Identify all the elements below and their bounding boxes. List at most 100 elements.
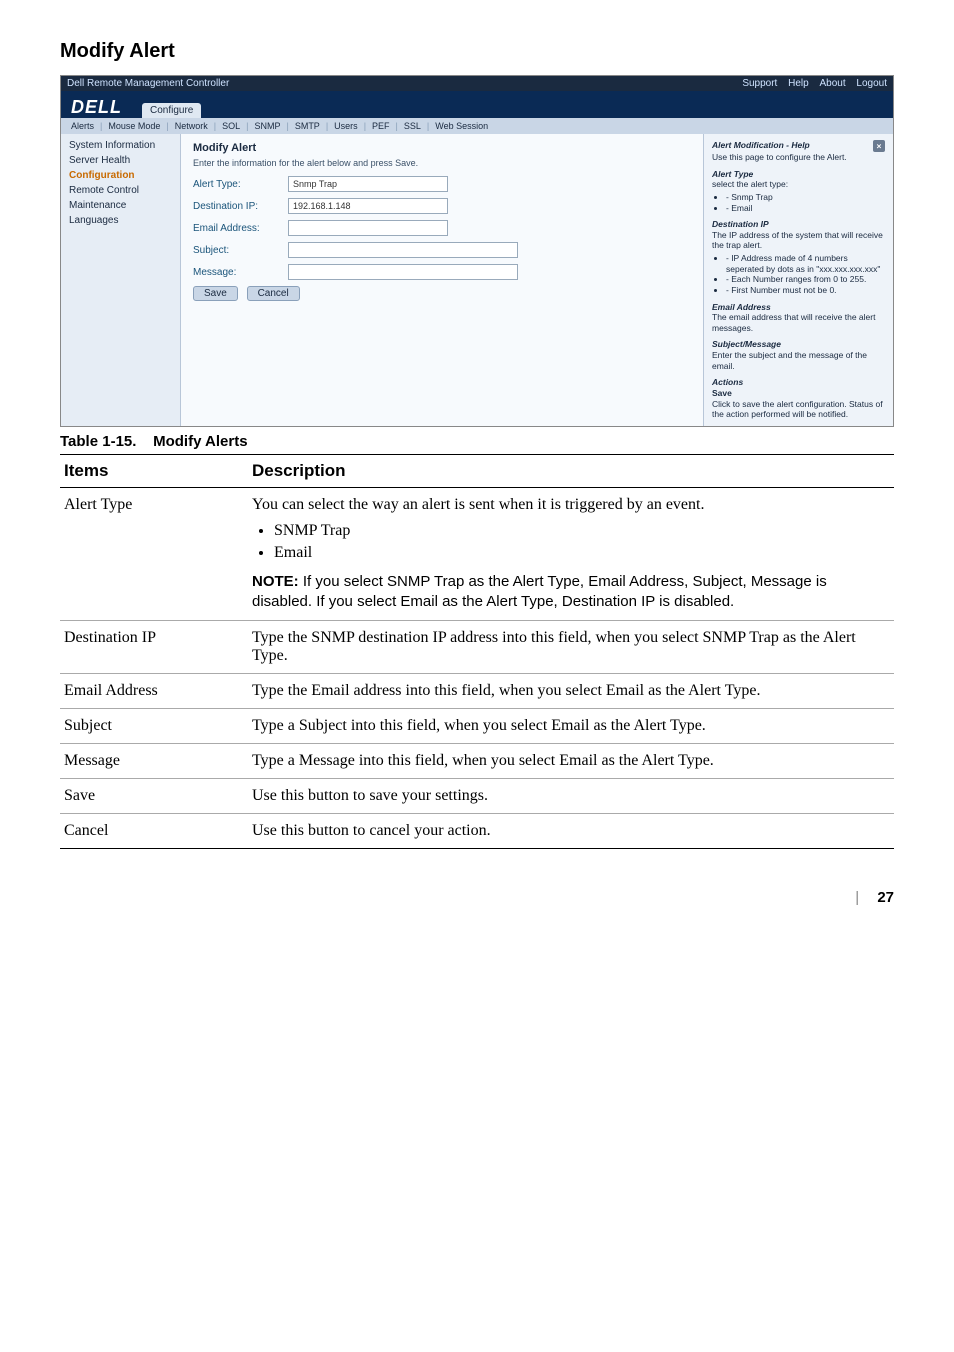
- subtab-pef[interactable]: PEF: [372, 121, 390, 131]
- window-title: Dell Remote Management Controller: [67, 78, 229, 89]
- main-panel: Modify Alert Enter the information for t…: [181, 134, 703, 426]
- help-text-destination-ip: The IP address of the system that will r…: [712, 230, 885, 251]
- tab-configure[interactable]: Configure: [142, 103, 201, 118]
- desc-lead: You can select the way an alert is sent …: [252, 496, 704, 513]
- label-subject: Subject:: [193, 245, 288, 256]
- input-message[interactable]: [288, 264, 518, 280]
- help-title: Alert Modification - Help: [712, 140, 810, 152]
- label-alert-type: Alert Type:: [193, 179, 288, 190]
- cell-desc: Use this button to save your settings.: [248, 779, 894, 814]
- table-row: Cancel Use this button to cancel your ac…: [60, 814, 894, 849]
- input-subject[interactable]: [288, 242, 518, 258]
- sidebar-item-configuration[interactable]: Configuration: [69, 170, 172, 181]
- link-logout[interactable]: Logout: [856, 78, 887, 89]
- bullet: Email: [274, 544, 890, 562]
- section-title: Modify Alert: [60, 40, 894, 63]
- window-titlebar: Dell Remote Management Controller Suppor…: [61, 76, 893, 91]
- input-destination-ip[interactable]: 192.168.1.148: [288, 198, 448, 214]
- label-message: Message:: [193, 267, 288, 278]
- table-caption: Table 1-15. Modify Alerts: [60, 433, 894, 450]
- cell-item: Subject: [60, 709, 248, 744]
- table-caption-prefix: Table 1-15.: [60, 433, 136, 450]
- cell-item: Save: [60, 779, 248, 814]
- help-li: - First Number must not be 0.: [726, 285, 885, 296]
- help-text-email: The email address that will receive the …: [712, 312, 885, 333]
- window-title-links: Support Help About Logout: [734, 78, 887, 89]
- help-li: - Snmp Trap: [726, 192, 885, 203]
- sidebar-item-languages[interactable]: Languages: [69, 215, 172, 226]
- cell-desc: Type the SNMP destination IP address int…: [248, 621, 894, 674]
- label-email-address: Email Address:: [193, 223, 288, 234]
- bullet: SNMP Trap: [274, 522, 890, 540]
- sub-tabs: Alerts| Mouse Mode| Network| SOL| SNMP| …: [61, 118, 893, 134]
- cancel-button[interactable]: Cancel: [247, 286, 300, 301]
- cell-desc: Type the Email address into this field, …: [248, 674, 894, 709]
- panel-title: Modify Alert: [193, 142, 691, 154]
- link-support[interactable]: Support: [742, 78, 777, 89]
- save-button[interactable]: Save: [193, 286, 238, 301]
- note-prefix: NOTE:: [252, 573, 299, 590]
- input-email-address[interactable]: [288, 220, 448, 236]
- help-li: - Email: [726, 203, 885, 214]
- cell-item: Email Address: [60, 674, 248, 709]
- cell-desc: Type a Subject into this field, when you…: [248, 709, 894, 744]
- sidebar-item-system-information[interactable]: System Information: [69, 140, 172, 151]
- cell-item: Alert Type: [60, 487, 248, 621]
- help-intro: Use this page to configure the Alert.: [712, 152, 885, 163]
- help-heading-destination-ip: Destination IP: [712, 219, 885, 230]
- label-destination-ip: Destination IP:: [193, 201, 288, 212]
- table-row: Message Type a Message into this field, …: [60, 744, 894, 779]
- help-li: - Each Number ranges from 0 to 255.: [726, 274, 885, 285]
- table-row: Email Address Type the Email address int…: [60, 674, 894, 709]
- cell-desc: Type a Message into this field, when you…: [248, 744, 894, 779]
- table-row: Subject Type a Subject into this field, …: [60, 709, 894, 744]
- th-description: Description: [248, 454, 894, 487]
- subtab-smtp[interactable]: SMTP: [295, 121, 320, 131]
- sidebar: System Information Server Health Configu…: [61, 134, 181, 426]
- help-pane: Alert Modification - Help × Use this pag…: [703, 134, 893, 426]
- cell-item: Destination IP: [60, 621, 248, 674]
- screenshot-modify-alert: Dell Remote Management Controller Suppor…: [60, 75, 894, 427]
- close-icon[interactable]: ×: [873, 140, 885, 152]
- footer-separator: |: [855, 889, 857, 906]
- help-heading-subject-message: Subject/Message: [712, 339, 885, 350]
- page-number: 27: [877, 889, 894, 906]
- table-row: Destination IP Type the SNMP destination…: [60, 621, 894, 674]
- th-items: Items: [60, 454, 248, 487]
- subtab-ssl[interactable]: SSL: [404, 121, 421, 131]
- help-heading-alert-type: Alert Type: [712, 169, 885, 180]
- brand-row: DELL Configure: [61, 91, 893, 118]
- table-caption-title: Modify Alerts: [153, 433, 247, 450]
- link-help[interactable]: Help: [788, 78, 809, 89]
- cell-item: Cancel: [60, 814, 248, 849]
- help-heading-email: Email Address: [712, 302, 885, 313]
- select-alert-type[interactable]: Snmp Trap: [288, 176, 448, 192]
- subtab-mouse-mode[interactable]: Mouse Mode: [108, 121, 160, 131]
- cell-desc: Use this button to cancel your action.: [248, 814, 894, 849]
- modify-alerts-table: Items Description Alert Type You can sel…: [60, 454, 894, 850]
- subtab-alerts[interactable]: Alerts: [71, 121, 94, 131]
- subtab-network[interactable]: Network: [175, 121, 208, 131]
- cell-desc: You can select the way an alert is sent …: [248, 487, 894, 621]
- help-heading-actions: Actions: [712, 377, 885, 388]
- sidebar-item-remote-control[interactable]: Remote Control: [69, 185, 172, 196]
- note-text: If you select SNMP Trap as the Alert Typ…: [252, 573, 827, 610]
- panel-hint: Enter the information for the alert belo…: [193, 158, 691, 168]
- sidebar-item-maintenance[interactable]: Maintenance: [69, 200, 172, 211]
- help-text-alert-type: select the alert type:: [712, 179, 885, 190]
- subtab-sol[interactable]: SOL: [222, 121, 240, 131]
- help-save-text: Click to save the alert configuration. S…: [712, 399, 885, 420]
- table-row: Alert Type You can select the way an ale…: [60, 487, 894, 621]
- subtab-users[interactable]: Users: [334, 121, 358, 131]
- help-li: - IP Address made of 4 numbers seperated…: [726, 253, 885, 274]
- subtab-web-session[interactable]: Web Session: [435, 121, 488, 131]
- subtab-snmp[interactable]: SNMP: [254, 121, 280, 131]
- primary-tabs: Configure: [142, 103, 201, 118]
- link-about[interactable]: About: [819, 78, 845, 89]
- table-row: Save Use this button to save your settin…: [60, 779, 894, 814]
- dell-logo: DELL: [71, 97, 122, 118]
- help-text-subject-message: Enter the subject and the message of the…: [712, 350, 885, 371]
- help-save-label: Save: [712, 388, 885, 399]
- sidebar-item-server-health[interactable]: Server Health: [69, 155, 172, 166]
- cell-item: Message: [60, 744, 248, 779]
